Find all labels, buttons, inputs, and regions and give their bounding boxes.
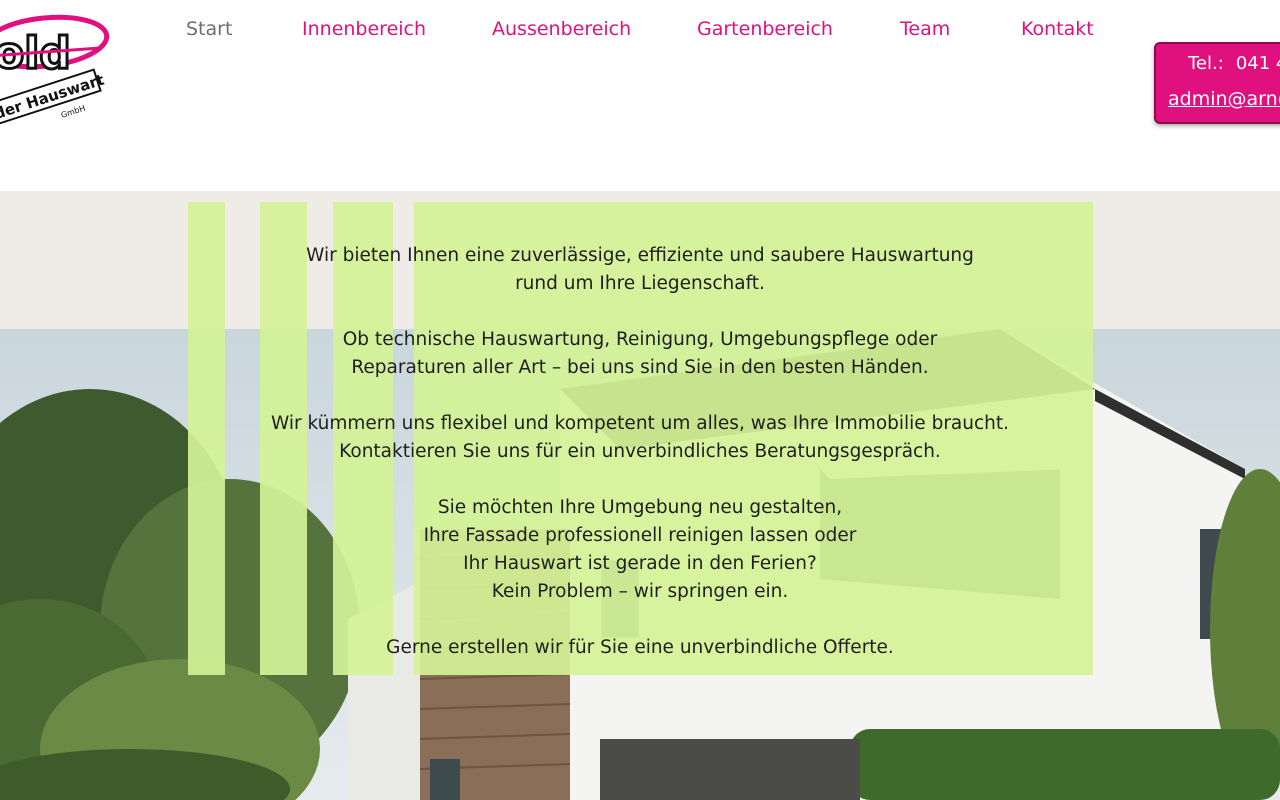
nav-gartenbereich[interactable]: Gartenbereich xyxy=(697,14,833,44)
contact-email-link[interactable]: admin@arno xyxy=(1168,86,1280,112)
intro-line: Kein Problem – wir springen ein. xyxy=(491,581,789,602)
nav-team[interactable]: Team xyxy=(900,14,950,44)
intro-paragraph-1: Wir bieten Ihnen eine zuverlässige, effi… xyxy=(240,242,1040,298)
intro-line: rund um Ihre Liegenschaft. xyxy=(515,273,765,294)
intro-line: Reparaturen aller Art – bei uns sind Sie… xyxy=(351,357,929,378)
intro-paragraph-2: Ob technische Hauswartung, Reinigung, Um… xyxy=(240,326,1040,382)
nav-kontakt[interactable]: Kontakt xyxy=(1021,14,1094,44)
contact-box: Tel.: 041 4 admin@arno xyxy=(1154,42,1280,124)
nav-innenbereich[interactable]: Innenbereich xyxy=(302,14,426,44)
intro-line: Ob technische Hauswartung, Reinigung, Um… xyxy=(342,329,938,350)
overlay-strip-1 xyxy=(188,202,225,675)
intro-line: Ihr Hauswart ist gerade in den Ferien? xyxy=(463,553,817,574)
intro-line: Ihre Fassade professionell reinigen lass… xyxy=(423,525,857,546)
tel-number: 041 4 xyxy=(1235,53,1280,74)
site-header: old der Hauswart GmbH Start Innenbereich… xyxy=(0,0,1280,191)
intro-line: Gerne erstellen wir für Sie eine unverbi… xyxy=(386,637,894,658)
intro-line: Sie möchten Ihre Umgebung neu gestalten, xyxy=(437,497,843,518)
intro-paragraph-4: Sie möchten Ihre Umgebung neu gestalten,… xyxy=(240,494,1040,606)
intro-line: Wir bieten Ihnen eine zuverlässige, effi… xyxy=(306,245,974,266)
intro-line: Wir kümmern uns flexibel und kompetent u… xyxy=(270,413,1010,434)
intro-paragraph-3: Wir kümmern uns flexibel und kompetent u… xyxy=(240,410,1040,466)
contact-phone[interactable]: Tel.: 041 4 xyxy=(1188,52,1280,76)
intro-text: Wir bieten Ihnen eine zuverlässige, effi… xyxy=(240,242,1040,690)
nav-start[interactable]: Start xyxy=(186,14,232,44)
tel-label: Tel.: xyxy=(1188,53,1224,74)
intro-line: Kontaktieren Sie uns für ein unverbindli… xyxy=(339,441,941,462)
nav-aussenbereich[interactable]: Aussenbereich xyxy=(492,14,631,44)
company-logo[interactable]: old der Hauswart GmbH xyxy=(0,0,120,150)
logo-gmbh: GmbH xyxy=(60,104,87,120)
intro-paragraph-5: Gerne erstellen wir für Sie eine unverbi… xyxy=(240,634,1040,662)
